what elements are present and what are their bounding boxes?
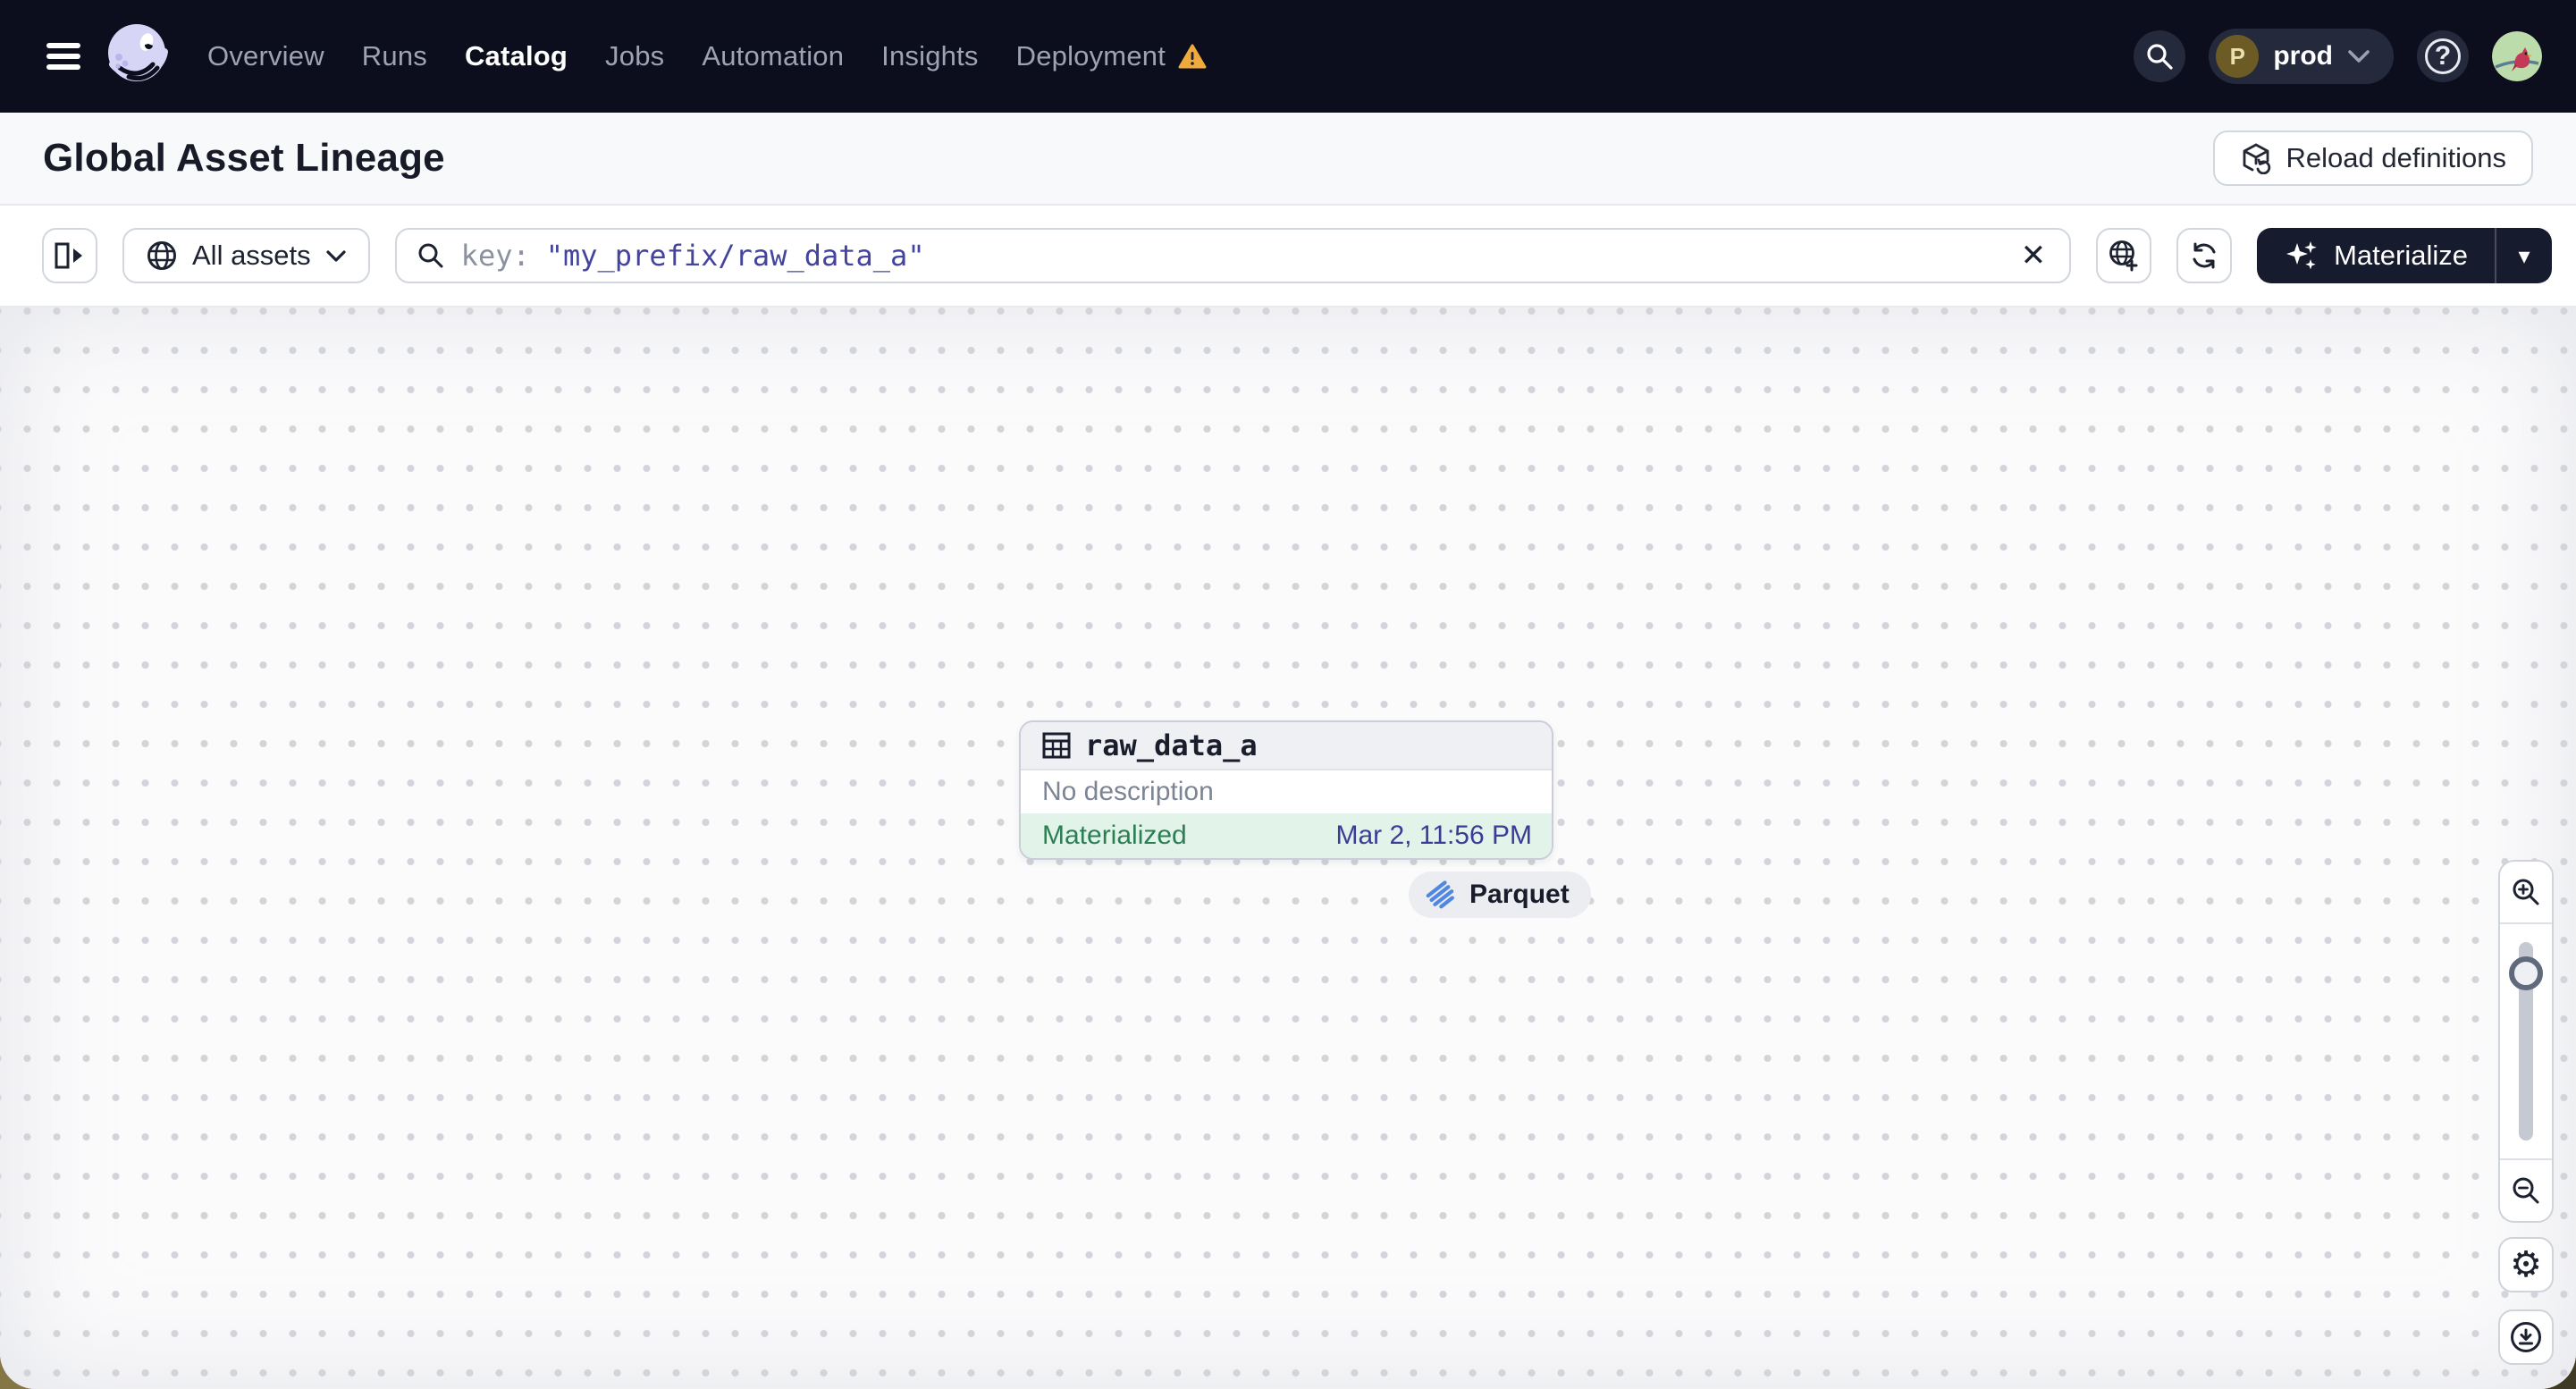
clear-search-icon[interactable]: ✕: [2021, 240, 2047, 271]
parquet-icon: [1426, 880, 1454, 909]
materialize-options-button[interactable]: ▾: [2495, 228, 2552, 283]
nav-item-catalog[interactable]: Catalog: [465, 40, 568, 72]
open-sidebar-button[interactable]: [42, 228, 97, 283]
search-icon: [418, 243, 443, 268]
asset-node-raw-data-a[interactable]: raw_data_a No description Materialized M…: [1019, 720, 1553, 860]
environment-switcher[interactable]: P prod: [2209, 29, 2394, 84]
nav-item-insights[interactable]: Insights: [881, 40, 978, 72]
dagster-app: Overview Runs Catalog Jobs Automation In…: [0, 0, 2576, 1389]
cardinal-avatar-image: [2492, 31, 2542, 81]
warning-icon[interactable]: [1178, 44, 1207, 70]
reload-definitions-icon: [2243, 143, 2270, 174]
page-title: Global Asset Lineage: [43, 136, 445, 180]
sparkles-icon: [2286, 241, 2317, 270]
chevron-down-icon: [2348, 50, 2370, 63]
refresh-icon: [2193, 242, 2216, 269]
nav-item-deployment[interactable]: Deployment: [1016, 40, 1166, 72]
asset-search-input[interactable]: key: "my_prefix/raw_data_a" ✕: [394, 228, 2072, 283]
storage-kind-tag[interactable]: Parquet: [1409, 871, 1591, 918]
nav-item-jobs[interactable]: Jobs: [605, 40, 664, 72]
search-query-key: key:: [460, 239, 530, 273]
environment-name: prod: [2273, 41, 2333, 71]
asset-materialization-timestamp[interactable]: Mar 2, 11:56 PM: [1335, 821, 1532, 851]
lineage-canvas[interactable]: raw_data_a No description Materialized M…: [0, 307, 2576, 1389]
primary-nav: Overview Runs Catalog Jobs Automation In…: [207, 40, 1207, 72]
help-button[interactable]: ?: [2417, 30, 2469, 82]
user-avatar[interactable]: [2492, 31, 2542, 81]
asset-description: No description: [1042, 777, 1214, 806]
globe-plus-icon: [2109, 240, 2138, 272]
topbar-right-actions: P prod ?: [2134, 29, 2542, 84]
zoom-controls: [2498, 860, 2554, 1223]
materialize-split-button: Materialize ▾: [2257, 228, 2552, 283]
nav-item-runs[interactable]: Runs: [362, 40, 427, 72]
refresh-graph-button[interactable]: [2176, 228, 2233, 283]
lineage-toolbar: All assets key: "my_prefix/raw_data_a" ✕: [0, 206, 2576, 307]
materialize-label: Materialize: [2334, 240, 2468, 271]
asset-status-row: Materialized Mar 2, 11:56 PM: [1021, 813, 1552, 858]
zoom-slider[interactable]: [2500, 924, 2552, 1158]
asset-scope-label: All assets: [192, 240, 311, 271]
zoom-in-icon: [2513, 879, 2539, 905]
help-icon: ?: [2425, 38, 2461, 74]
gear-icon: ⚙: [2510, 1245, 2542, 1284]
zoom-out-button[interactable]: [2500, 1158, 2552, 1221]
asset-name: raw_data_a: [1085, 728, 1258, 762]
nav-item-overview[interactable]: Overview: [207, 40, 324, 72]
environment-avatar: P: [2216, 35, 2260, 78]
panel-open-icon: [55, 242, 82, 269]
zoom-out-icon: [2513, 1177, 2539, 1204]
download-image-button[interactable]: [2498, 1309, 2554, 1365]
global-search-button[interactable]: [2134, 30, 2186, 82]
zoom-slider-thumb[interactable]: [2509, 956, 2543, 990]
nav-item-automation[interactable]: Automation: [702, 40, 844, 72]
asset-node-header: raw_data_a: [1021, 722, 1552, 770]
chevron-down-icon: [326, 249, 346, 262]
graph-settings-button[interactable]: ⚙: [2498, 1237, 2554, 1292]
search-query-value: "my_prefix/raw_data_a": [545, 239, 925, 273]
storage-kind-label: Parquet: [1469, 880, 1570, 909]
page-header: Global Asset Lineage Reload definitions: [0, 113, 2576, 206]
asset-status-badge: Materialized: [1042, 821, 1187, 850]
download-icon: [2511, 1322, 2541, 1352]
search-icon: [2147, 44, 2173, 70]
table-icon: [1042, 732, 1071, 759]
reload-definitions-button[interactable]: Reload definitions: [2212, 130, 2533, 186]
caret-down-icon: ▾: [2518, 241, 2530, 269]
hamburger-menu-icon[interactable]: [46, 43, 80, 70]
filter-scope-button[interactable]: [2096, 228, 2152, 283]
materialize-button[interactable]: Materialize: [2257, 228, 2495, 283]
globe-icon: [147, 241, 176, 270]
asset-scope-dropdown[interactable]: All assets: [122, 228, 370, 283]
top-nav-bar: Overview Runs Catalog Jobs Automation In…: [0, 0, 2576, 113]
zoom-in-button[interactable]: [2500, 862, 2552, 924]
dagster-logo-icon: [108, 24, 168, 81]
reload-definitions-label: Reload definitions: [2286, 142, 2506, 173]
